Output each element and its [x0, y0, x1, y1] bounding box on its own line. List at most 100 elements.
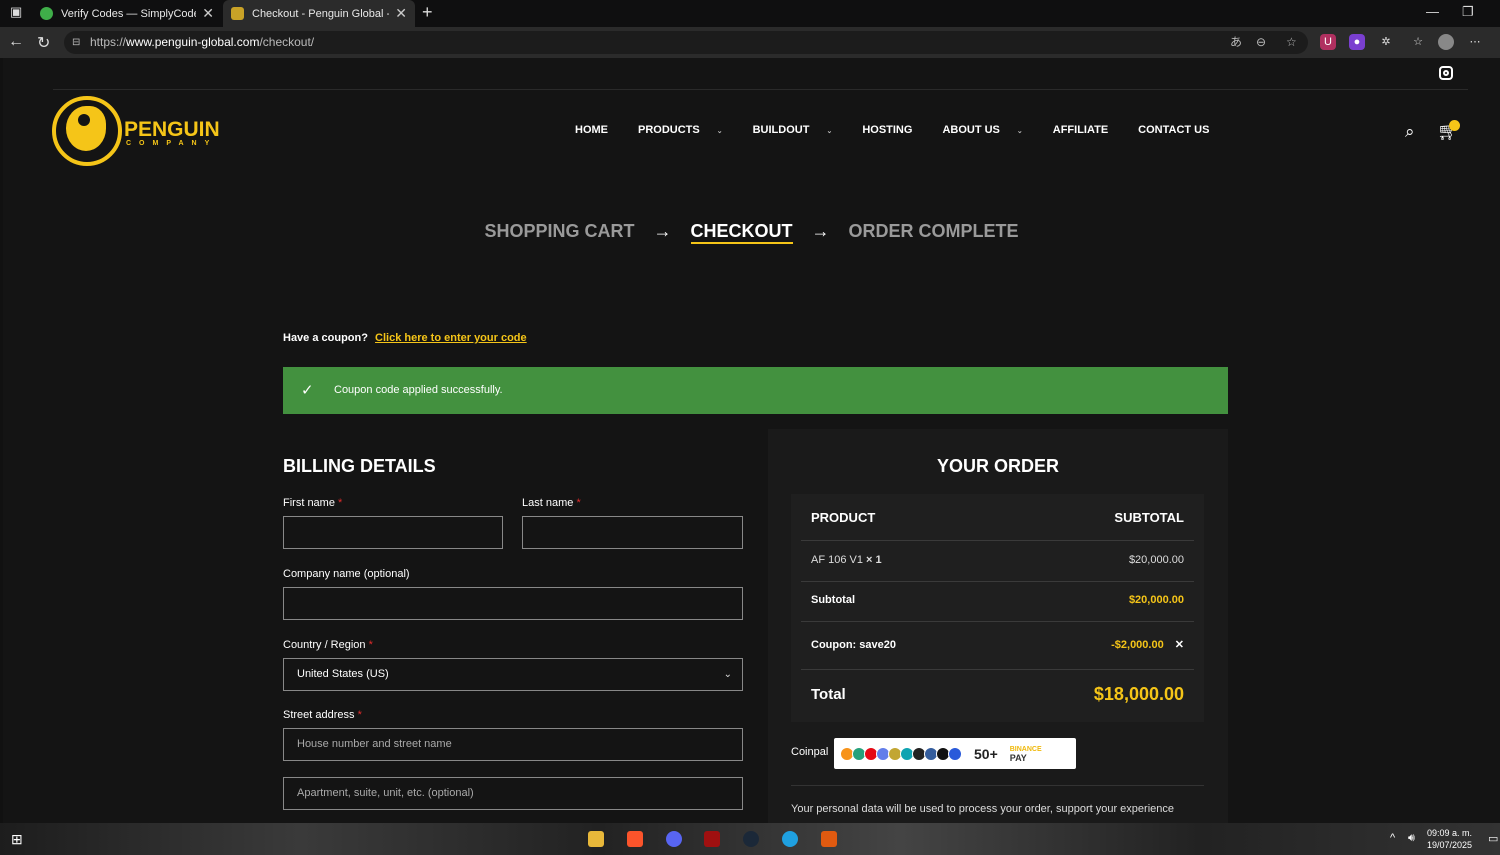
- remove-coupon-icon[interactable]: ✕: [1175, 639, 1184, 651]
- item-price: $20,000.00: [1128, 554, 1184, 566]
- more-coins-count: 50+: [974, 745, 998, 762]
- privacy-notice: Your personal data will be used to proce…: [791, 803, 1174, 815]
- last-name-field[interactable]: [522, 516, 743, 549]
- logo-subtext: COMPANY: [126, 140, 218, 147]
- notice-text: Coupon code applied successfully.: [334, 384, 503, 396]
- extensions-icon[interactable]: ✲: [1378, 34, 1394, 50]
- nav-affiliate[interactable]: AFFILIATE: [1053, 124, 1123, 136]
- nav-contact-us[interactable]: CONTACT US: [1138, 124, 1224, 136]
- checkout-steps: SHOPPING CART → CHECKOUT → ORDER COMPLET…: [3, 221, 1500, 244]
- billing-title: BILLING DETAILS: [283, 456, 436, 476]
- country-select[interactable]: United States (US) ⌄: [283, 658, 743, 691]
- item-qty: × 1: [866, 554, 882, 566]
- edge-icon[interactable]: [782, 831, 798, 847]
- volume-icon[interactable]: 🔊︎: [1408, 832, 1415, 845]
- close-tab-icon[interactable]: ✕: [202, 5, 214, 22]
- url-prefix: https://: [90, 35, 127, 49]
- voicemeeter-icon[interactable]: [704, 831, 720, 847]
- binance-pay-logo: BINANCE PAY: [1009, 745, 1042, 763]
- chainlink-icon: [948, 746, 962, 761]
- extension-purple-icon[interactable]: ●: [1349, 34, 1365, 50]
- apartment-field[interactable]: Apartment, suite, unit, etc. (optional): [283, 777, 743, 810]
- order-table-header: PRODUCT SUBTOTAL: [811, 510, 1184, 525]
- col-product: PRODUCT: [811, 510, 876, 525]
- steam-icon[interactable]: [743, 831, 759, 847]
- arrow-right-icon: →: [811, 221, 830, 241]
- main-nav: HOME PRODUCTS ⌄ BUILDOUT ⌄ HOSTING ABOUT U…: [575, 124, 1239, 136]
- file-explorer-icon[interactable]: [588, 831, 604, 847]
- more-menu-icon[interactable]: ⋯: [1467, 34, 1483, 50]
- discord-icon[interactable]: [666, 831, 682, 847]
- reader-icon[interactable]: ⊖: [1256, 31, 1266, 54]
- enter-coupon-link[interactable]: Click here to enter your code: [375, 332, 527, 344]
- col-subtotal: SUBTOTAL: [1114, 510, 1184, 525]
- site-logo[interactable]: PENGUIN COMPANY: [52, 96, 222, 168]
- notification-icon[interactable]: ▭: [1488, 832, 1498, 845]
- coupon-success-notice: ✓ Coupon code applied successfully.: [283, 367, 1228, 414]
- translate-icon[interactable]: あ: [1230, 31, 1242, 54]
- favorite-star-icon[interactable]: ☆: [1286, 31, 1297, 54]
- show-hidden-icons-icon[interactable]: ^: [1390, 832, 1395, 844]
- tab-checkout[interactable]: Checkout - Penguin Global - Cryp ✕: [223, 0, 415, 27]
- tab-title: Checkout - Penguin Global - Cryp: [252, 7, 389, 20]
- cart-badge: [1449, 120, 1460, 131]
- street-address-field[interactable]: House number and street name: [283, 728, 743, 761]
- checkout-page: PENGUIN COMPANY HOME PRODUCTS ⌄ BUILDOUT ⌄…: [3, 58, 1500, 823]
- nav-buildout[interactable]: BUILDOUT ⌄: [753, 124, 848, 136]
- system-clock[interactable]: 09:09 a. m. 19/07/2025: [1427, 827, 1472, 851]
- divider: [801, 581, 1194, 582]
- favorites-icon[interactable]: ☆: [1410, 34, 1426, 50]
- divider: [791, 785, 1204, 786]
- site-info-icon[interactable]: ⊟: [72, 31, 80, 54]
- step-checkout: CHECKOUT: [690, 221, 793, 244]
- step-order-complete: ORDER COMPLETE: [848, 221, 1019, 241]
- brave-icon[interactable]: [627, 831, 643, 847]
- header-divider: [53, 89, 1468, 90]
- ublock-icon[interactable]: U: [1320, 34, 1336, 50]
- checkmark-icon: ✓: [301, 382, 314, 399]
- tab-title: Verify Codes — SimplyCodes: [61, 7, 197, 20]
- order-table: PRODUCT SUBTOTAL AF 106 V1 × 1 $20,000.0…: [791, 494, 1204, 722]
- tab-actions-icon[interactable]: ▣: [10, 4, 22, 20]
- back-icon[interactable]: ←: [8, 33, 24, 51]
- url-host: www.penguin-global.com: [126, 35, 260, 49]
- payment-method-label[interactable]: Coinpal: [791, 746, 828, 758]
- tab-simplycodes[interactable]: Verify Codes — SimplyCodes ✕: [32, 0, 222, 27]
- nav-products[interactable]: PRODUCTS ⌄: [638, 124, 738, 136]
- divider: [801, 669, 1194, 670]
- order-item-row: AF 106 V1 × 1 $20,000.00: [811, 554, 1184, 566]
- clock-date: 19/07/2025: [1427, 840, 1473, 850]
- nav-home[interactable]: HOME: [575, 124, 623, 136]
- coupon-value: -$2,000.00: [1111, 639, 1164, 651]
- url-field[interactable]: ⊟ https://www.penguin-global.com/checkou…: [64, 31, 1308, 54]
- simplycodes-icon: [40, 7, 53, 20]
- divider: [801, 540, 1194, 541]
- step-shopping-cart[interactable]: SHOPPING CART: [484, 221, 634, 241]
- minimize-icon[interactable]: —: [1426, 4, 1439, 19]
- nav-about-us[interactable]: ABOUT US ⌄: [942, 124, 1037, 136]
- coupon-prompt: Have a coupon? Click here to enter your …: [283, 332, 527, 344]
- subtotal-label: Subtotal: [811, 594, 855, 606]
- new-tab-icon[interactable]: +: [422, 2, 433, 23]
- instagram-icon[interactable]: [1439, 66, 1453, 80]
- clock-time: 09:09 a. m.: [1427, 828, 1473, 838]
- profile-avatar[interactable]: [1438, 34, 1454, 50]
- apartment-placeholder: Apartment, suite, unit, etc. (optional): [297, 787, 474, 799]
- nav-hosting[interactable]: HOSTING: [862, 124, 927, 136]
- restore-icon[interactable]: ❐: [1462, 4, 1474, 20]
- search-icon[interactable]: ⌕: [1405, 122, 1415, 142]
- url-path: /checkout/: [259, 35, 315, 49]
- app-icon[interactable]: [821, 831, 837, 847]
- country-label: Country / Region *: [283, 639, 373, 651]
- your-order-title: YOUR ORDER: [936, 456, 1059, 476]
- crypto-payment-badge: 50+ BINANCE PAY: [834, 738, 1076, 769]
- arrow-right-icon: →: [653, 221, 672, 241]
- windows-start-icon[interactable]: ⊞: [11, 831, 27, 847]
- close-tab-icon[interactable]: ✕: [395, 5, 407, 22]
- first-name-label: First name *: [283, 497, 343, 509]
- company-field[interactable]: [283, 587, 743, 620]
- refresh-icon[interactable]: ↻: [37, 33, 50, 53]
- first-name-field[interactable]: [283, 516, 503, 549]
- subtotal-value: $20,000.00: [1128, 594, 1184, 606]
- item-name: AF 106 V1: [811, 554, 863, 566]
